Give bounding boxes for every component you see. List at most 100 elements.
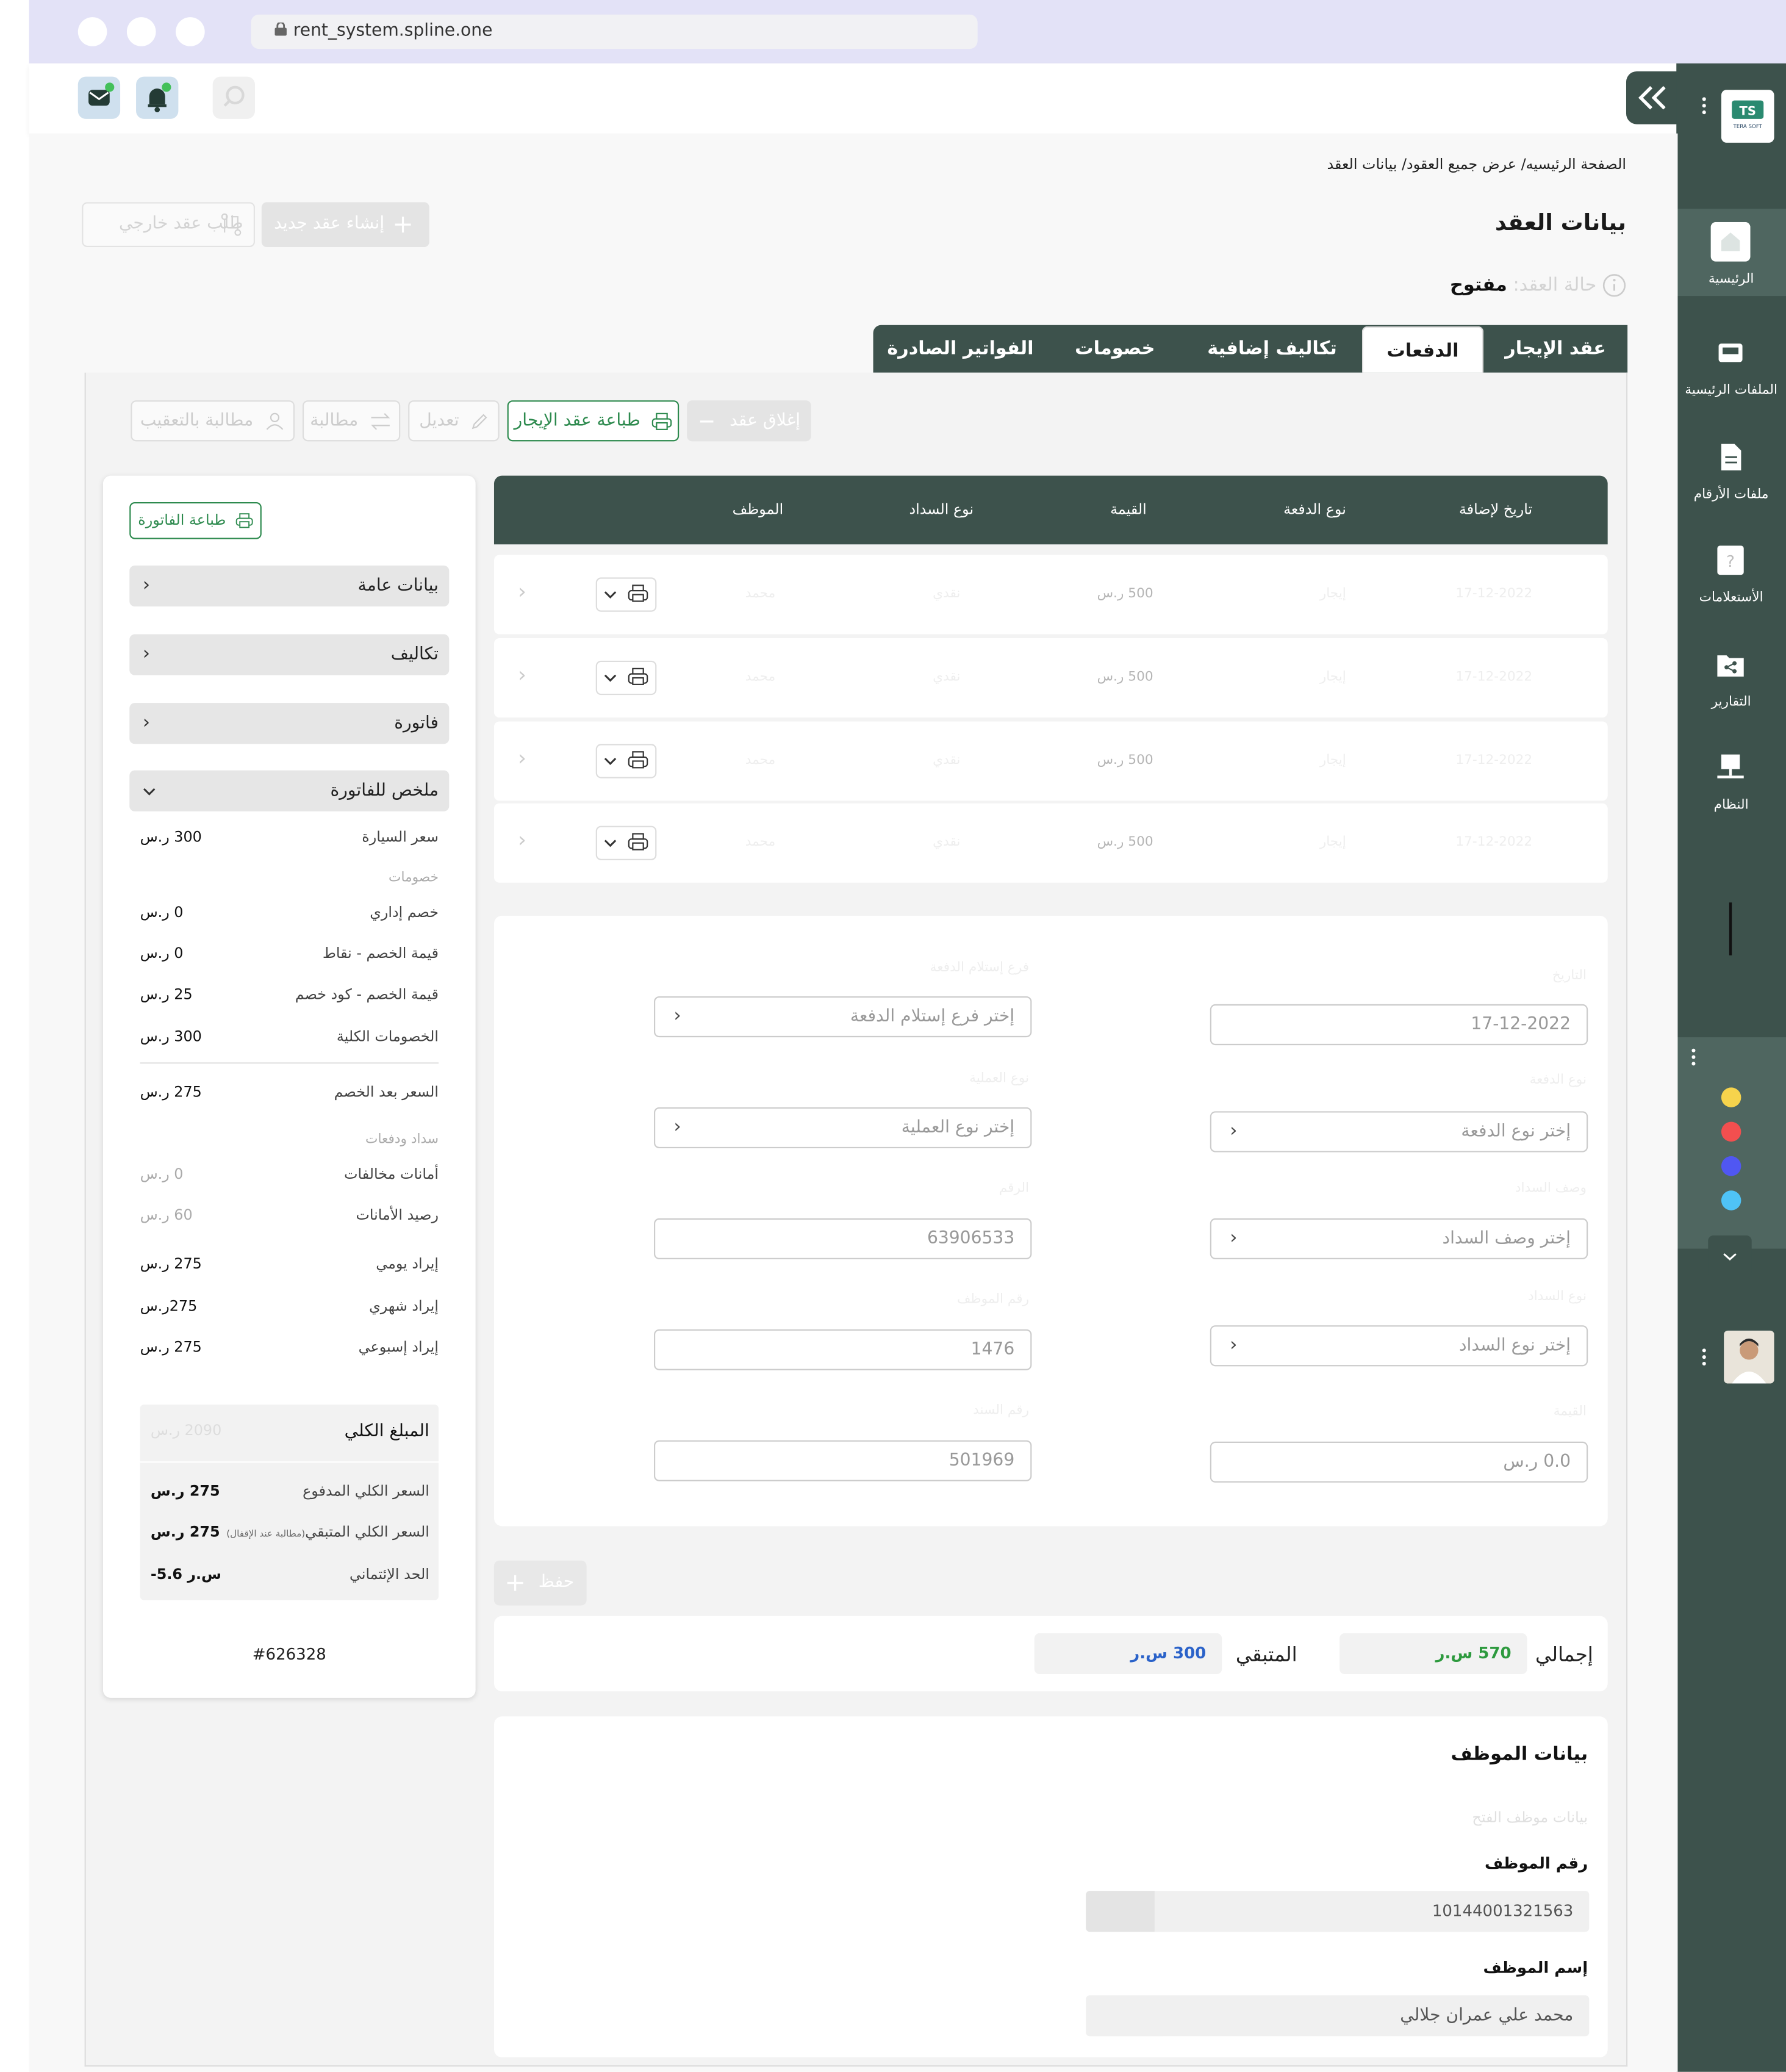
employee-name-label: إسم الموظف: [1483, 1958, 1588, 1977]
amount-field[interactable]: 0.0 ر.س: [1210, 1441, 1588, 1483]
sidebar-item-label: الرئيسية: [1708, 272, 1754, 287]
sidebar-item-main-files[interactable]: الملفات الرئيسية: [1676, 325, 1786, 418]
printer-icon: [628, 585, 648, 602]
tab-rental-contract[interactable]: عقد الإيجار: [1483, 325, 1627, 373]
tab-additional-costs[interactable]: تكاليف إضافية: [1182, 325, 1362, 373]
theme-color-red[interactable]: [1721, 1121, 1741, 1142]
breadcrumb[interactable]: الصفحة الرئيسيه/ عرض جميع العقود/ بيانات…: [1327, 156, 1626, 173]
theme-color-yellow[interactable]: [1721, 1087, 1741, 1107]
theme-menu-icon[interactable]: [1688, 1046, 1699, 1068]
table-cell-date: 17-12-2022: [1455, 586, 1533, 602]
field-label: الرقم: [999, 1181, 1030, 1196]
avatar[interactable]: [1724, 1330, 1774, 1384]
table-cell-employee: محمد: [745, 835, 776, 850]
summary-label: سعر السيارة: [362, 828, 439, 846]
invoice-number: #626328: [252, 1645, 326, 1664]
print-invoice-button[interactable]: طباعة الفاتورة: [129, 502, 262, 539]
accordion-costs[interactable]: تكاليف ‹: [129, 634, 450, 675]
field-label: نوع السداد: [1528, 1289, 1587, 1304]
payment-description-select[interactable]: إختر وصف السداد ‹: [1210, 1218, 1588, 1259]
messages-button[interactable]: [77, 76, 121, 119]
operation-type-select[interactable]: إختر نوع العملية ‹: [654, 1107, 1032, 1148]
external-contract-button[interactable]: طلب عقد خارجي: [82, 202, 255, 247]
summary-value: -5.6 س.ر: [150, 1566, 221, 1583]
accordion-general-data[interactable]: بيانات عامة ‹: [129, 565, 450, 607]
tab-discounts[interactable]: خصومات: [1047, 325, 1182, 373]
url-bar[interactable]: rent_system.spline.one: [251, 14, 978, 49]
summary-label: إيراد يومي: [376, 1255, 439, 1273]
tab-payments[interactable]: الدفعات: [1361, 326, 1484, 373]
notifications-button[interactable]: [136, 76, 179, 119]
total-label: إجمالي: [1535, 1642, 1593, 1666]
summary-value: 25 ر.س: [140, 985, 193, 1003]
chevron-left-icon[interactable]: ‹: [518, 827, 526, 852]
accordion-invoice[interactable]: فاتورة ‹: [129, 703, 450, 744]
network-icon: [1717, 754, 1744, 779]
chevron-left-icon: ‹: [673, 1117, 681, 1138]
voucher-number-field[interactable]: 501969: [654, 1440, 1032, 1481]
sidebar-item-reports[interactable]: التقارير: [1676, 637, 1786, 730]
inbox-icon: [1718, 344, 1743, 362]
column-header: الموظف: [732, 500, 784, 518]
summary-label: السعر بعد الخصم: [334, 1083, 439, 1101]
contract-status-value: مفتوح: [1449, 275, 1507, 297]
search-button[interactable]: [212, 76, 255, 119]
summary-value: 60 ر.س: [140, 1206, 193, 1224]
summary-label: قيمة الخصم - كود خصم: [295, 985, 439, 1003]
collapse-sidebar-button[interactable]: [1626, 71, 1679, 124]
chevron-left-icon[interactable]: ‹: [518, 662, 526, 687]
theme-expand-button[interactable]: [1708, 1235, 1752, 1278]
employee-number-field[interactable]: 1476: [654, 1329, 1032, 1370]
new-contract-button[interactable]: إنشاء عقد جديد: [261, 202, 429, 247]
sidebar-item-home[interactable]: الرئيسية: [1676, 209, 1786, 297]
chevron-left-icon: ‹: [673, 1005, 681, 1027]
sidebar-item-system[interactable]: النظام: [1676, 740, 1786, 833]
window-dot[interactable]: [176, 17, 205, 46]
summary-section-header: سداد ودفعات: [365, 1132, 439, 1147]
close-contract-button[interactable]: إغلاق عقد: [687, 400, 811, 442]
branch-select[interactable]: إختر فرع إستلام الدفعة ‹: [654, 996, 1032, 1038]
table-row[interactable]: 17-12-2022 إيجار 500 ر.س نقدي محمد ‹: [493, 638, 1608, 718]
chevron-left-icon: ‹: [142, 575, 151, 596]
printer-icon: [235, 513, 253, 528]
row-actions[interactable]: [595, 826, 657, 860]
reference-number-field[interactable]: 63906533: [654, 1218, 1032, 1259]
table-row[interactable]: 17-12-2022 إيجار 500 ر.س نقدي محمد ‹: [493, 555, 1608, 635]
table-row[interactable]: 17-12-2022 إيجار 500 ر.س نقدي محمد ‹: [493, 803, 1608, 883]
payment-method-select[interactable]: إختر نوع السداد ‹: [1210, 1325, 1588, 1367]
chevron-left-icon[interactable]: ‹: [518, 579, 526, 604]
theme-color-cyan[interactable]: [1721, 1190, 1741, 1210]
summary-label: الحد الإئتماني: [349, 1566, 429, 1583]
summary-value: 2090 ر.س: [150, 1422, 222, 1439]
employee-number-field[interactable]: 10144001321563: [1086, 1891, 1590, 1932]
sidebar-item-queries[interactable]: ? الأستعلامات: [1676, 533, 1786, 625]
field-label: نوع العملية: [969, 1071, 1030, 1087]
employee-name-field[interactable]: محمد علي عمران جلالي: [1086, 1995, 1590, 2037]
row-actions[interactable]: [595, 744, 657, 779]
table-row[interactable]: 17-12-2022 إيجار 500 ر.س نقدي محمد ‹: [493, 721, 1608, 801]
row-actions[interactable]: [595, 660, 657, 696]
summary-value: 275 ر.س: [140, 1255, 202, 1273]
accordion-invoice-summary[interactable]: ملخص للفاتورة: [129, 770, 450, 811]
claim-button[interactable]: مطالبة: [302, 400, 401, 442]
window-dot[interactable]: [126, 17, 156, 46]
save-button[interactable]: حفظ: [493, 1560, 587, 1606]
employee-number-label: رقم الموظف: [1484, 1854, 1588, 1872]
page-title: بيانات العقد: [1494, 210, 1626, 237]
sidebar-item-number-files[interactable]: ملفات الأرقام: [1676, 430, 1786, 522]
chevron-left-icon[interactable]: ‹: [518, 745, 526, 770]
window-dot[interactable]: [77, 17, 107, 46]
table-cell-type: إيجار: [1319, 670, 1346, 685]
sidebar-menu-icon[interactable]: [1699, 95, 1709, 117]
table-cell-employee: محمد: [745, 670, 776, 685]
user-menu-icon[interactable]: [1699, 1347, 1709, 1368]
field-label: رقم السند: [973, 1403, 1030, 1418]
row-actions[interactable]: [595, 577, 657, 612]
theme-color-blue[interactable]: [1721, 1156, 1741, 1176]
print-contract-button[interactable]: طباعة عقد الإيجار: [507, 400, 680, 442]
payment-type-select[interactable]: إختر نوع الدفعة ‹: [1210, 1111, 1588, 1153]
edit-button[interactable]: تعديل: [408, 400, 500, 442]
claim-followup-button[interactable]: مطالبة بالتعقيب: [131, 400, 295, 442]
tab-issued-invoices[interactable]: الفواتير الصادرة: [873, 325, 1048, 373]
date-field[interactable]: 17-12-2022: [1210, 1004, 1588, 1046]
